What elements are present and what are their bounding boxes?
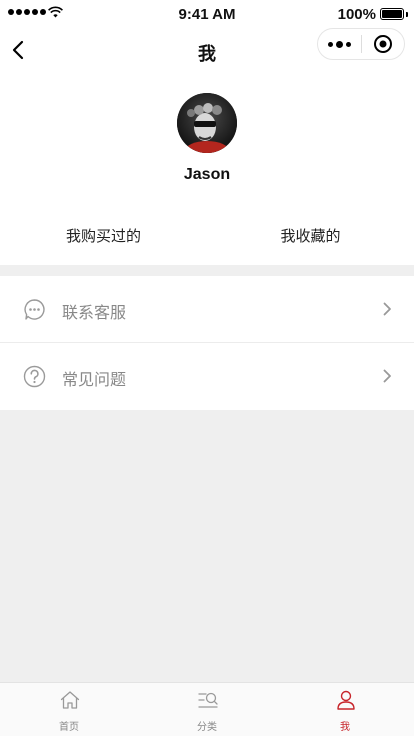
menu-label-contact-service: 联系客服 [62,305,127,322]
username: Jason [183,166,231,183]
menu-item-contact-service[interactable]: 联系客服 [0,276,414,343]
navigation-bar: 我 [0,28,414,72]
menu-label-faq: 常见问题 [62,372,127,389]
battery-icon [380,8,404,20]
tab-bar-label-home: 首页 [59,722,79,733]
battery-percentage: 100% [337,6,376,23]
tab-purchased[interactable]: 我购买过的 [0,224,207,250]
chevron-right-icon [383,369,391,383]
mini-program-capsule [317,28,405,60]
tab-bar-item-category[interactable]: 分类 [138,683,276,736]
tab-bar-item-home[interactable]: 首页 [0,683,138,736]
bottom-tab-bar: 首页 分类 我 [0,682,414,736]
tab-bar-label-me: 我 [340,722,350,733]
battery-tip [406,12,408,17]
tab-bar-item-me[interactable]: 我 [276,683,414,736]
chevron-right-icon [383,302,391,316]
question-icon [23,365,46,388]
user-icon [337,690,355,710]
chat-bubble-icon [24,299,45,320]
menu-item-faq[interactable]: 常见问题 [0,343,414,410]
avatar-image [177,93,237,153]
profile-header: Jason 我购买过的 我收藏的 [0,72,414,265]
target-close-icon [373,35,392,53]
profile-tabs: 我购买过的 我收藏的 [0,224,414,250]
avatar[interactable] [177,93,237,153]
tab-bar-label-category: 分类 [197,722,217,733]
home-icon [60,691,80,709]
tab-favorites[interactable]: 我收藏的 [207,224,414,250]
close-mini-program-button[interactable] [362,29,404,59]
category-search-icon [198,692,218,708]
menu-list: 联系客服 常见问题 [0,276,414,410]
status-bar: 9:41 AM 100% [0,0,414,28]
more-menu-button[interactable] [318,29,361,59]
